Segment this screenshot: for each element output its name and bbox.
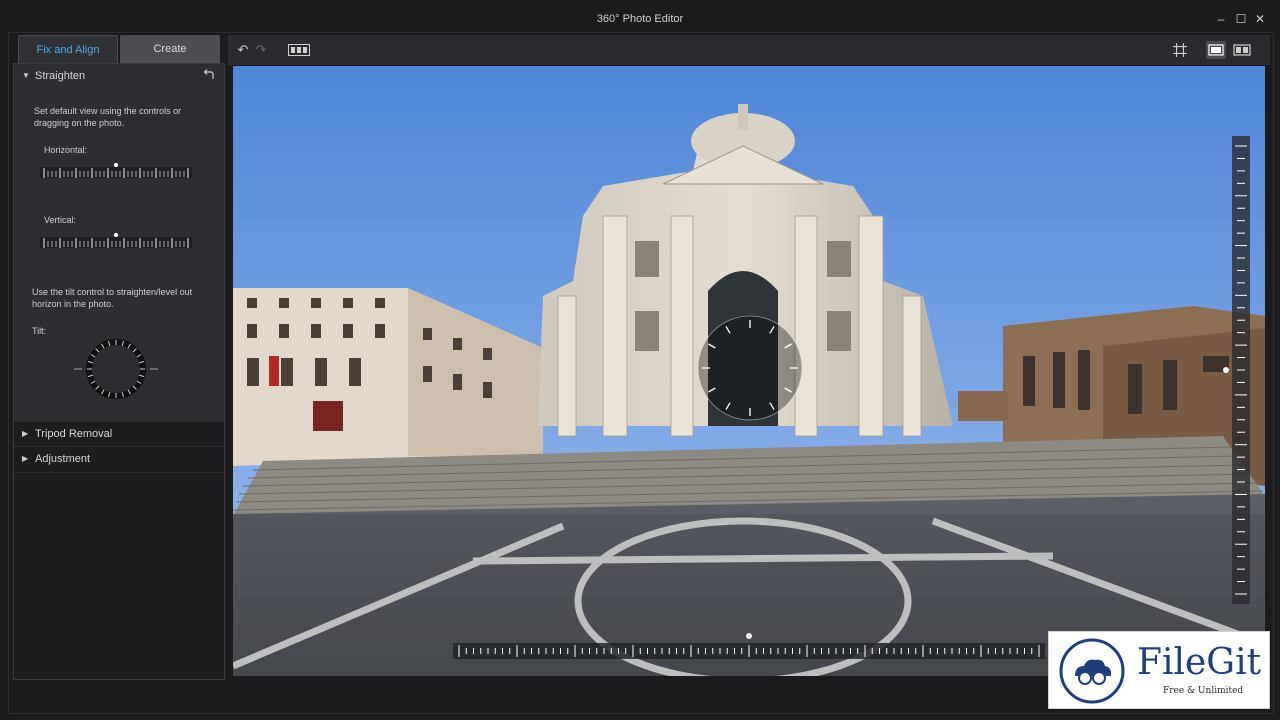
watermark-title: FileGit xyxy=(1137,642,1262,683)
tilt-dial[interactable] xyxy=(72,334,162,404)
left-panel: ▼ Straighten Set default view using the … xyxy=(13,63,225,680)
divider xyxy=(14,472,224,473)
compare-icon[interactable] xyxy=(288,41,310,59)
close-icon[interactable]: ✕ xyxy=(1253,12,1267,26)
cloud-logo-icon xyxy=(1059,638,1125,704)
maximize-icon[interactable]: ☐ xyxy=(1234,12,1248,26)
straighten-section: ▼ Straighten Set default view using the … xyxy=(14,64,224,421)
tilt-help: Use the tilt control to straighten/level… xyxy=(32,287,193,309)
watermark-subtitle: Free & Unlimited xyxy=(1163,686,1244,696)
straighten-help: Set default view using the controls or d… xyxy=(34,106,182,128)
adjustment-header[interactable]: ▶ Adjustment xyxy=(14,447,224,471)
reset-icon[interactable] xyxy=(201,68,215,82)
tilt-label: Tilt: xyxy=(32,326,47,336)
horizontal-ruler[interactable] xyxy=(40,162,192,178)
tab-fix-and-align[interactable]: Fix and Align xyxy=(18,35,118,63)
straighten-title: Straighten xyxy=(35,70,86,82)
panorama-image[interactable] xyxy=(233,66,1265,676)
split-view-icon[interactable] xyxy=(1232,41,1252,59)
caret-right-icon: ▶ xyxy=(22,454,29,463)
minimize-icon[interactable]: – xyxy=(1214,12,1228,26)
caret-down-icon: ▼ xyxy=(22,71,30,80)
undo-icon[interactable]: ↶ xyxy=(236,41,250,59)
caret-right-icon: ▶ xyxy=(22,429,29,438)
toolbar: ↶ ↷ xyxy=(228,35,1270,65)
photo-preview[interactable] xyxy=(233,66,1265,676)
grid-icon[interactable] xyxy=(1172,41,1188,59)
straighten-header[interactable]: ▼ Straighten xyxy=(14,64,224,88)
horizontal-label: Horizontal: xyxy=(44,145,88,155)
vertical-label: Vertical: xyxy=(44,215,77,225)
tripod-removal-label: Tripod Removal xyxy=(35,428,113,440)
watermark-logo: FileGit Free & Unlimited xyxy=(1048,631,1270,709)
title-bar: 360° Photo Editor – ☐ ✕ xyxy=(0,0,1280,34)
redo-icon[interactable]: ↷ xyxy=(254,41,268,59)
tripod-removal-header[interactable]: ▶ Tripod Removal xyxy=(14,421,224,445)
divider xyxy=(14,88,224,89)
tab-create[interactable]: Create xyxy=(120,35,220,63)
single-view-icon[interactable] xyxy=(1206,41,1226,59)
adjustment-label: Adjustment xyxy=(35,453,91,465)
vertical-ruler[interactable] xyxy=(40,232,192,248)
window-title: 360° Photo Editor xyxy=(596,13,684,25)
